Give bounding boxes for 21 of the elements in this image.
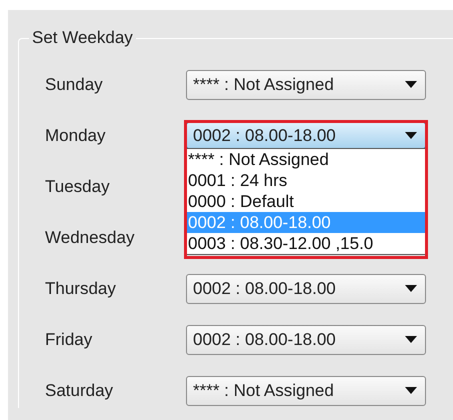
day-label: Wednesday xyxy=(44,226,136,249)
dropdown-option[interactable]: **** : Not Assigned xyxy=(187,149,425,170)
dropdown-arrow-icon xyxy=(405,81,417,88)
day-label: Monday xyxy=(44,124,106,147)
dropdown-arrow-icon xyxy=(405,285,417,292)
schedule-dropdown[interactable]: 0002 : 08.00-18.00 xyxy=(186,324,426,354)
schedule-dropdown[interactable]: 0002 : 08.00-18.00 xyxy=(186,274,426,304)
dropdown-arrow-icon xyxy=(405,387,417,394)
day-label: Sunday xyxy=(44,74,104,96)
schedule-dropdown[interactable]: 0002 : 08.00-18.00 xyxy=(186,122,426,149)
dropdown-option[interactable]: 0003 : 08.30-12.00 ,15.0 xyxy=(187,233,425,254)
day-label: Saturday xyxy=(44,380,114,402)
dropdown-arrow-icon xyxy=(405,132,417,139)
day-label: Tuesday xyxy=(44,176,111,198)
day-label: Friday xyxy=(44,328,94,351)
dropdown-option[interactable]: 0001 : 24 hrs xyxy=(187,170,425,191)
dropdown-option[interactable]: 0000 : Default xyxy=(187,191,425,212)
schedule-dropdown[interactable]: **** : Not Assigned xyxy=(186,376,426,406)
dropdown-arrow-icon xyxy=(405,336,417,343)
schedule-dropdown[interactable]: **** : Not Assigned xyxy=(186,70,426,100)
day-label: Thursday xyxy=(44,278,117,300)
